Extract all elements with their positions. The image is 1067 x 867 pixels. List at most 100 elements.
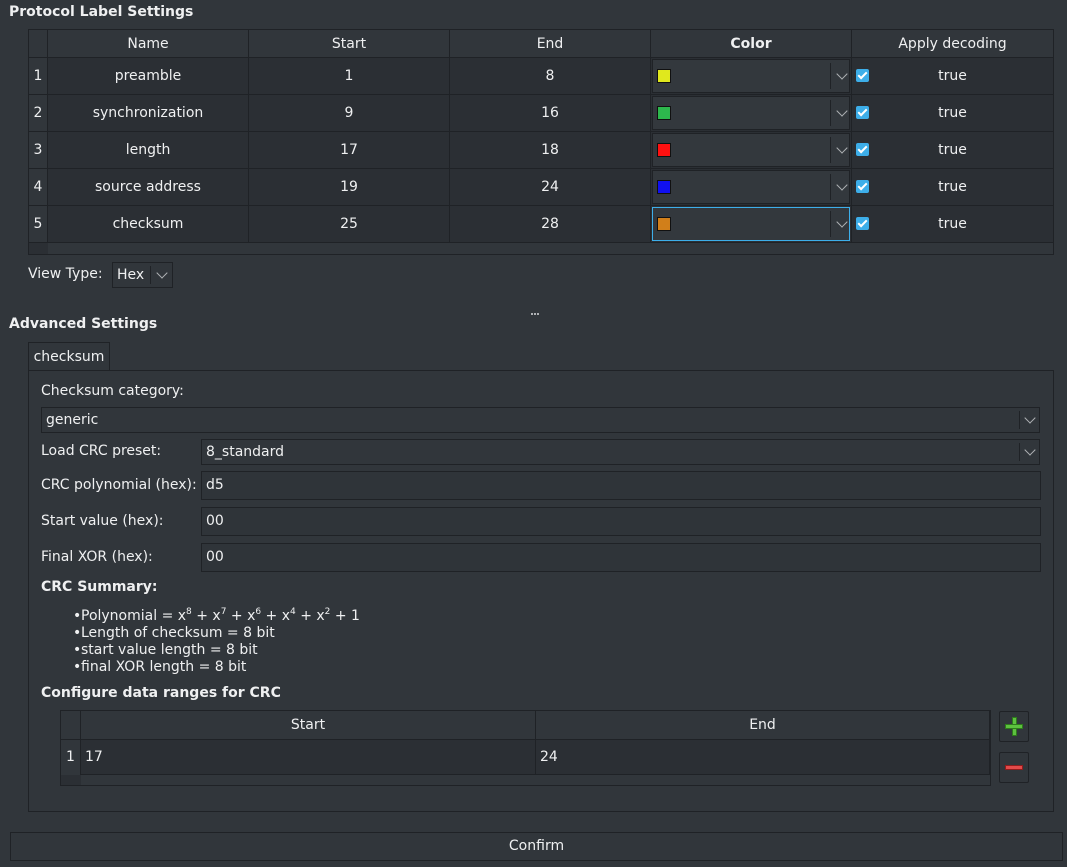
table-row[interactable]: 1 preamble 1 8 true — [29, 58, 1054, 95]
add-range-button[interactable] — [999, 711, 1029, 742]
label-start-cell[interactable]: 25 — [249, 206, 450, 243]
label-name-cell[interactable]: preamble — [48, 58, 249, 95]
label-end-cell[interactable]: 8 — [450, 58, 651, 95]
apply-decoding-cell: true — [852, 58, 1054, 95]
apply-decoding-value: true — [938, 105, 967, 121]
advanced-settings-title: Advanced Settings — [9, 316, 158, 332]
apply-decoding-checkbox[interactable] — [856, 69, 869, 82]
row-number[interactable]: 5 — [29, 206, 48, 243]
range-row-number[interactable]: 1 — [61, 740, 81, 775]
range-column-header-end[interactable]: End — [536, 711, 990, 740]
checksum-category-label: Checksum category: — [41, 383, 184, 399]
combo-separator — [830, 137, 831, 163]
column-header-color[interactable]: Color — [651, 30, 852, 58]
table-row[interactable]: 5 checksum 25 28 true — [29, 206, 1054, 243]
apply-decoding-cell: true — [852, 95, 1054, 132]
apply-decoding-value: true — [938, 179, 967, 195]
chevron-down-icon — [836, 142, 848, 154]
label-start-cell[interactable]: 1 — [249, 58, 450, 95]
remove-range-button[interactable] — [999, 752, 1029, 783]
chevron-down-icon — [836, 216, 848, 228]
crc-preset-select[interactable]: 8_standard — [201, 439, 1040, 465]
summary-checksum-length: Length of checksum = 8 bit — [73, 625, 360, 642]
summary-start-value-length: start value length = 8 bit — [73, 642, 360, 659]
label-name-cell[interactable]: length — [48, 132, 249, 169]
crc-polynomial-input[interactable]: d5 — [201, 471, 1041, 500]
color-select[interactable] — [652, 59, 850, 93]
column-header-name[interactable]: Name — [48, 30, 249, 58]
combo-separator — [830, 100, 831, 126]
combo-separator — [830, 63, 831, 89]
crc-preset-label: Load CRC preset: — [41, 443, 162, 459]
view-type-label: View Type: — [28, 266, 103, 282]
start-value-label: Start value (hex): — [41, 513, 164, 529]
column-header-start[interactable]: Start — [249, 30, 450, 58]
label-name-cell[interactable]: synchronization — [48, 95, 249, 132]
apply-decoding-cell: true — [852, 206, 1054, 243]
table-corner — [61, 711, 81, 740]
splitter-handle[interactable] — [531, 303, 543, 315]
apply-decoding-cell: true — [852, 169, 1054, 206]
range-cell-end[interactable]: 24 — [536, 740, 990, 775]
crc-summary-list: Polynomial = x8 + x7 + x6 + x4 + x2 + 1 … — [73, 608, 360, 676]
color-select[interactable] — [652, 170, 850, 204]
horizontal-scrollbar[interactable] — [81, 775, 990, 785]
row-number[interactable]: 1 — [29, 58, 48, 95]
label-color-cell — [651, 58, 852, 95]
row-number[interactable]: 4 — [29, 169, 48, 206]
table-row[interactable]: 2 synchronization 9 16 true — [29, 95, 1054, 132]
horizontal-scrollbar[interactable] — [48, 243, 1053, 254]
apply-decoding-checkbox[interactable] — [856, 180, 869, 193]
label-start-cell[interactable]: 17 — [249, 132, 450, 169]
start-value-input[interactable]: 00 — [201, 507, 1041, 536]
table-row[interactable]: 3 length 17 18 true — [29, 132, 1054, 169]
label-start-cell[interactable]: 19 — [249, 169, 450, 206]
chevron-down-icon — [156, 267, 168, 279]
chevron-down-icon — [836, 68, 848, 80]
column-header-end[interactable]: End — [450, 30, 651, 58]
color-select[interactable] — [652, 96, 850, 130]
crc-range-table[interactable]: Start End 1 17 24 — [60, 710, 991, 786]
table-header: Name Start End Color Apply decoding — [48, 30, 1054, 58]
crc-summary-title: CRC Summary: — [41, 579, 158, 595]
chevron-down-icon — [836, 105, 848, 117]
confirm-button[interactable]: Confirm — [10, 832, 1063, 861]
color-select[interactable] — [652, 133, 850, 167]
apply-decoding-checkbox[interactable] — [856, 106, 869, 119]
apply-decoding-value: true — [938, 142, 967, 158]
color-swatch — [657, 143, 671, 157]
apply-decoding-checkbox[interactable] — [856, 217, 869, 230]
table-row[interactable]: 4 source address 19 24 true — [29, 169, 1054, 206]
table-corner — [29, 30, 48, 58]
crc-preset-value: 8_standard — [206, 444, 285, 460]
crc-polynomial-label: CRC polynomial (hex): — [41, 477, 197, 493]
protocol-label-table[interactable]: Name Start End Color Apply decoding 1 pre… — [28, 29, 1054, 255]
checksum-category-select[interactable]: generic — [41, 407, 1040, 433]
label-end-cell[interactable]: 28 — [450, 206, 651, 243]
view-type-select[interactable]: Hex — [112, 262, 173, 288]
label-end-cell[interactable]: 24 — [450, 169, 651, 206]
chevron-down-icon — [1024, 412, 1036, 424]
label-name-cell[interactable]: checksum — [48, 206, 249, 243]
combo-separator — [1019, 411, 1020, 429]
row-number[interactable]: 2 — [29, 95, 48, 132]
checksum-category-value: generic — [46, 412, 99, 428]
combo-separator — [830, 211, 831, 237]
apply-decoding-checkbox[interactable] — [856, 143, 869, 156]
apply-decoding-cell: true — [852, 132, 1054, 169]
label-name-cell[interactable]: source address — [48, 169, 249, 206]
color-swatch — [657, 180, 671, 194]
color-select[interactable] — [652, 207, 850, 241]
crc-ranges-title: Configure data ranges for CRC — [41, 685, 281, 701]
label-start-cell[interactable]: 9 — [249, 95, 450, 132]
label-end-cell[interactable]: 16 — [450, 95, 651, 132]
chevron-down-icon — [1024, 444, 1036, 456]
range-cell-start[interactable]: 17 — [81, 740, 536, 775]
final-xor-label: Final XOR (hex): — [41, 549, 153, 565]
tab-checksum[interactable]: checksum — [28, 342, 110, 371]
range-column-header-start[interactable]: Start — [81, 711, 536, 740]
row-number[interactable]: 3 — [29, 132, 48, 169]
label-end-cell[interactable]: 18 — [450, 132, 651, 169]
final-xor-input[interactable]: 00 — [201, 543, 1041, 572]
column-header-apply-decoding[interactable]: Apply decoding — [852, 30, 1054, 58]
